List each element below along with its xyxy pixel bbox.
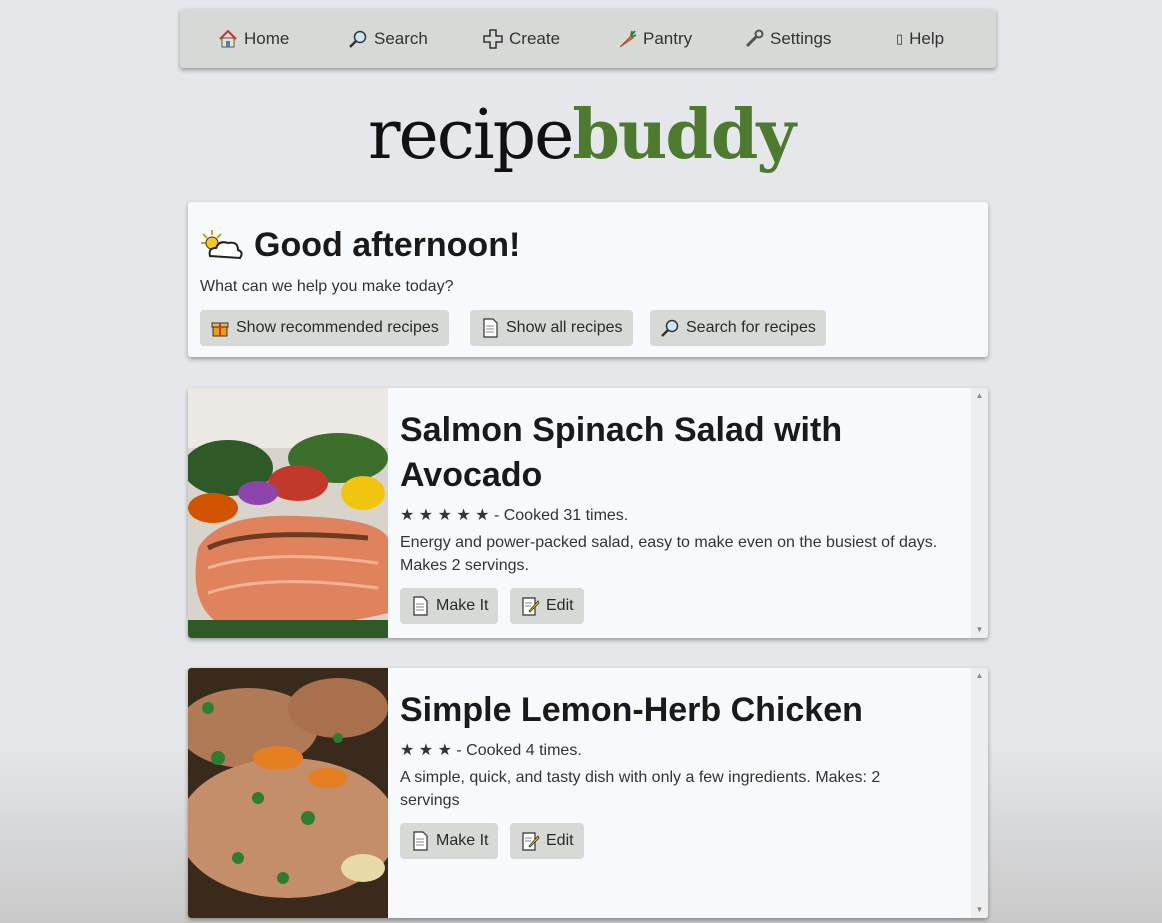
house-icon bbox=[219, 29, 237, 48]
greeting-subtitle: What can we help you make today? bbox=[200, 278, 454, 295]
carrot-icon bbox=[619, 30, 637, 48]
nav-create[interactable]: Create bbox=[483, 29, 560, 49]
recipe-scrollbar[interactable]: ▲ ▼ bbox=[971, 668, 988, 918]
scroll-down-arrow-icon[interactable]: ▼ bbox=[971, 904, 988, 916]
nav-create-label: Create bbox=[509, 29, 561, 48]
recipe-meta: ★ ★ ★ ★ ★ - Cooked 31 times. bbox=[400, 505, 628, 525]
show-recommended-button[interactable]: Show recommended recipes bbox=[200, 310, 449, 346]
plus-icon bbox=[483, 29, 503, 49]
logo-part-buddy: buddy bbox=[572, 95, 796, 175]
cooked-count: - Cooked 4 times. bbox=[456, 742, 582, 759]
recipe-photo-salmon[interactable] bbox=[188, 388, 388, 638]
logo-part-recipe: recipe bbox=[368, 96, 574, 175]
wrench-icon bbox=[745, 29, 764, 48]
recipe-description: Energy and power-packed salad, easy to m… bbox=[400, 534, 938, 574]
edit-label: Edit bbox=[546, 832, 574, 849]
recipe-photo-chicken[interactable] bbox=[188, 668, 388, 918]
recipe-title[interactable]: Salmon Spinach Salad with Avocado bbox=[400, 408, 920, 498]
scroll-up-arrow-icon[interactable]: ▲ bbox=[971, 670, 988, 682]
memo-icon bbox=[522, 597, 540, 616]
edit-label: Edit bbox=[546, 597, 574, 614]
show-all-label: Show all recipes bbox=[506, 319, 623, 336]
recipe-description: A simple, quick, and tasty dish with onl… bbox=[400, 769, 881, 809]
search-recipes-button[interactable]: Search for recipes bbox=[650, 310, 826, 346]
make-it-button[interactable]: Make It bbox=[400, 823, 499, 859]
nav-home-label: Home bbox=[244, 29, 290, 48]
nav-help-label: Help bbox=[909, 29, 945, 48]
greeting-heading: Good afternoon! bbox=[200, 226, 520, 265]
nav-search-label: Search bbox=[374, 29, 428, 48]
greeting-card: Good afternoon! What can we help you mak… bbox=[188, 202, 988, 357]
recipe-card: Simple Lemon-Herb Chicken ★ ★ ★ - Cooked… bbox=[188, 668, 988, 918]
recipe-meta: ★ ★ ★ - Cooked 4 times. bbox=[400, 740, 582, 760]
magnifier-icon bbox=[349, 30, 367, 48]
show-all-button[interactable]: Show all recipes bbox=[470, 310, 633, 346]
edit-button[interactable]: Edit bbox=[510, 823, 584, 859]
top-nav: Home Search Create Pantry Settings ▯ Hel… bbox=[180, 9, 996, 68]
nav-settings[interactable]: Settings bbox=[744, 29, 831, 49]
rating-stars: ★ ★ ★ bbox=[400, 742, 452, 759]
page-icon bbox=[483, 318, 498, 338]
scroll-up-arrow-icon[interactable]: ▲ bbox=[971, 390, 988, 402]
memo-icon bbox=[522, 832, 540, 851]
make-it-label: Make It bbox=[436, 597, 489, 614]
recipe-card: Salmon Spinach Salad with Avocado ★ ★ ★ … bbox=[188, 388, 988, 638]
nav-home[interactable]: Home bbox=[218, 29, 289, 49]
nav-help[interactable]: ▯ Help bbox=[896, 29, 944, 49]
page-icon bbox=[413, 596, 428, 616]
show-recommended-label: Show recommended recipes bbox=[236, 319, 439, 336]
search-recipes-label: Search for recipes bbox=[686, 319, 816, 336]
nav-search[interactable]: Search bbox=[348, 29, 428, 49]
nav-settings-label: Settings bbox=[770, 29, 832, 48]
cooked-count: - Cooked 31 times. bbox=[493, 507, 629, 524]
recipe-title[interactable]: Simple Lemon-Herb Chicken bbox=[400, 688, 920, 733]
gift-icon bbox=[211, 322, 229, 337]
greeting-title: Good afternoon! bbox=[254, 226, 521, 264]
recipe-scrollbar[interactable]: ▲ ▼ bbox=[971, 388, 988, 638]
scroll-down-arrow-icon[interactable]: ▼ bbox=[971, 624, 988, 636]
page-icon bbox=[413, 831, 428, 851]
app-logo: recipebuddy bbox=[0, 95, 1162, 176]
magnifier-icon bbox=[661, 319, 679, 337]
nav-pantry[interactable]: Pantry bbox=[617, 29, 692, 49]
sun-behind-cloud-icon bbox=[201, 229, 243, 259]
make-it-button[interactable]: Make It bbox=[400, 588, 499, 624]
edit-button[interactable]: Edit bbox=[510, 588, 584, 624]
rating-stars: ★ ★ ★ ★ ★ bbox=[400, 507, 490, 524]
unknown-glyph-icon: ▯ bbox=[896, 31, 904, 46]
make-it-label: Make It bbox=[436, 832, 489, 849]
nav-pantry-label: Pantry bbox=[643, 29, 693, 48]
